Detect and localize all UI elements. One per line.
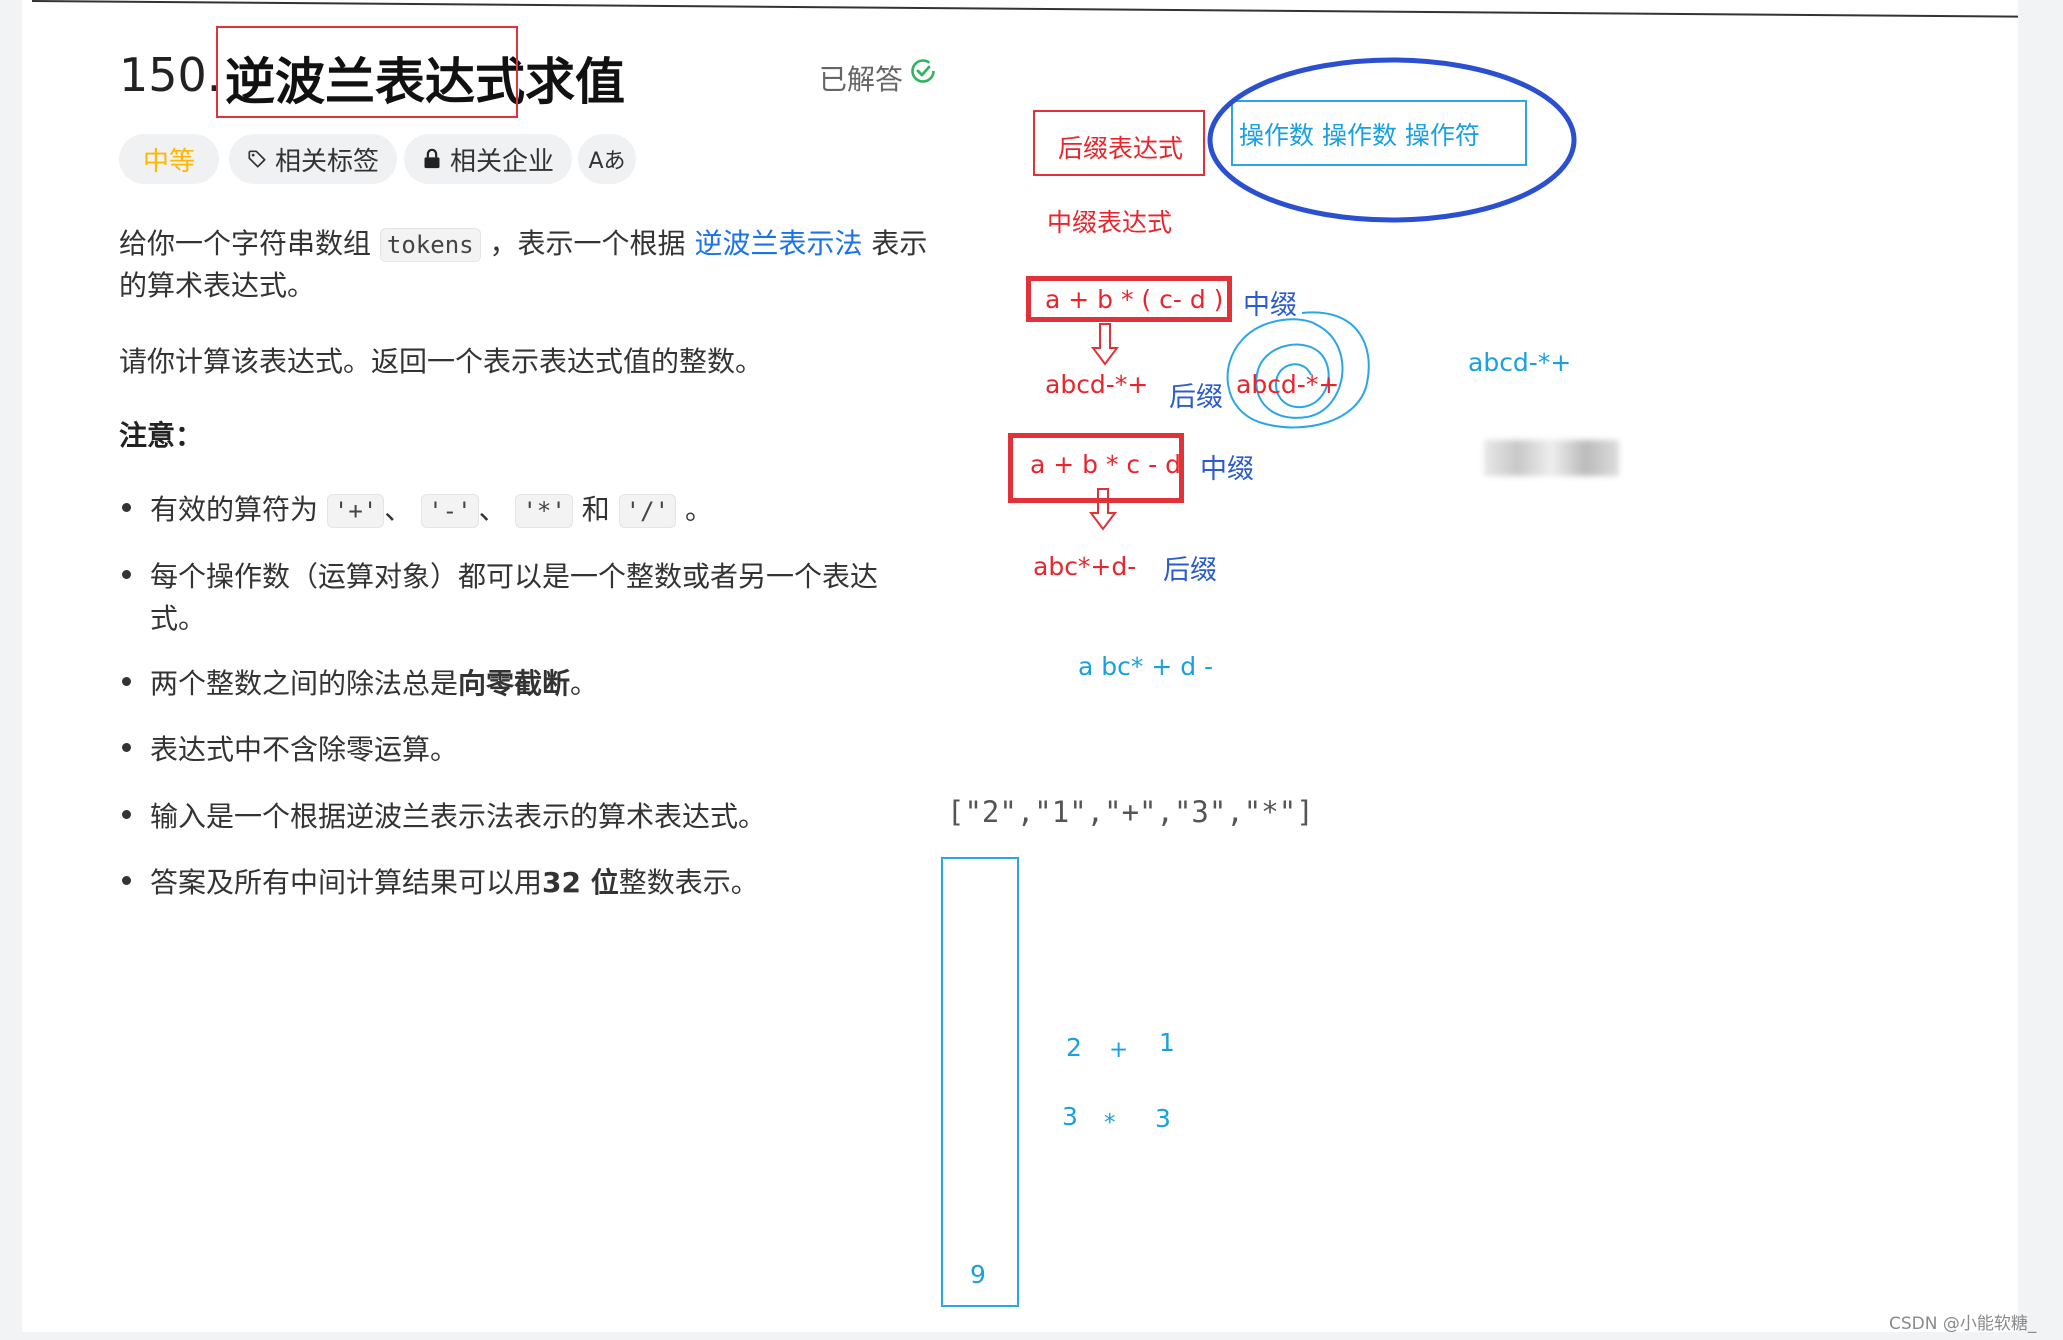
related-tags-label: 相关标签 — [274, 146, 379, 177]
postfix-expr-1-circled: abcd-*+ — [1236, 370, 1340, 399]
postfix-expr-2-spaced: a bc* + d - — [1078, 652, 1214, 681]
bullet-dot — [122, 570, 131, 579]
text: 有效的算符为 — [150, 493, 319, 526]
blue-ellipse-mark — [1207, 57, 1577, 223]
note-item-6: 答案及所有中间计算结果可以用32 位整数表示。 — [150, 861, 759, 901]
note-item-2-line-2: 式。 — [150, 602, 207, 635]
text: 答案及所有中间计算结果可以用 — [150, 866, 543, 899]
tag-icon — [248, 150, 266, 168]
calc-token: 2 — [1066, 1033, 1082, 1062]
down-arrow-icon — [1089, 488, 1117, 531]
postfix-expr-1: abcd-*+ — [1045, 370, 1149, 399]
bullet-dot — [122, 876, 131, 885]
note-item-1: 有效的算符为 '+'、 '-'、 '*' 和 '/' 。 — [150, 488, 713, 528]
bold-text: 32 位 — [542, 866, 619, 899]
problem-page: 150. 逆波兰表达式求值 已解答 中等 相关标签 相关企业 Aあ 给你一个字符… — [22, 0, 2018, 1332]
bullet-dot — [122, 503, 131, 512]
calc-token: 3 — [1155, 1104, 1171, 1133]
bullet-dot — [122, 677, 131, 686]
stack-result: 9 — [970, 1260, 986, 1289]
difficulty-label: 中等 — [142, 146, 195, 177]
infix-expr-2: a + b * c - d — [1030, 450, 1181, 479]
text: 整数表示。 — [618, 866, 759, 899]
infix-expr-1: a + b * ( c- d ) — [1045, 285, 1224, 314]
related-companies-label: 相关企业 — [449, 146, 554, 177]
postfix-tag-2: 后缀 — [1163, 555, 1217, 586]
text: 、 — [478, 493, 507, 526]
inline-code: '-' — [421, 494, 479, 528]
bold-text: 向零截断 — [458, 667, 571, 700]
check-circle-icon — [911, 59, 935, 83]
text: 两个整数之间的除法总是 — [150, 667, 459, 700]
note-item-5: 输入是一个根据逆波兰表示法表示的算术表达式。 — [150, 800, 767, 833]
translate-icon: Aあ — [588, 149, 626, 174]
rpn-link[interactable]: 逆波兰表示法 — [694, 227, 862, 260]
difficulty-badge[interactable]: 中等 — [119, 134, 219, 184]
top-divider — [31, 0, 2018, 18]
translate-button[interactable]: Aあ — [578, 134, 636, 184]
inline-code: '*' — [515, 494, 573, 528]
description-line-1: 给你一个字符串数组 tokens ，表示一个根据 逆波兰表示法 表示 — [119, 222, 927, 262]
inline-code: tokens — [379, 228, 481, 262]
related-tags-button[interactable]: 相关标签 — [229, 134, 397, 184]
description-paragraph-2: 请你计算该表达式。返回一个表示表达式值的整数。 — [119, 345, 764, 378]
text: 和 — [581, 493, 610, 526]
title-highlight-box — [216, 26, 518, 118]
bullet-dot — [122, 743, 131, 752]
description-line-2: 的算术表达式。 — [119, 269, 316, 302]
note-item-4: 表达式中不含除零运算。 — [150, 733, 459, 766]
note-title: 注意： — [119, 419, 204, 452]
postfix-label: 后缀表达式 — [1058, 134, 1184, 163]
blurred-region — [1484, 440, 1619, 476]
solved-status: 已解答 — [819, 63, 904, 96]
text: ，表示一个根据 — [489, 227, 686, 260]
text: 、 — [384, 493, 413, 526]
calc-token: + — [1109, 1037, 1129, 1063]
infix-label: 中缀表达式 — [1047, 208, 1173, 237]
postfix-expr-1-right: abcd-*+ — [1468, 348, 1572, 377]
watermark: CSDN @小能软糖_ — [1889, 1314, 2037, 1334]
postfix-expr-2: abc*+d- — [1033, 552, 1137, 581]
text: 。 — [684, 493, 713, 526]
calc-token: 1 — [1159, 1028, 1175, 1057]
tokens-example: ["2","1","+","3","*"] — [947, 795, 1314, 829]
text: 给你一个字符串数组 — [119, 227, 372, 260]
bullet-dot — [122, 810, 131, 819]
note-item-3: 两个整数之间的除法总是向零截断。 — [150, 662, 598, 702]
calc-token: 3 — [1062, 1102, 1078, 1131]
problem-number: 150. — [119, 48, 222, 102]
infix-tag-2: 中缀 — [1200, 454, 1254, 485]
lock-icon — [424, 148, 440, 169]
calc-token: * — [1104, 1110, 1116, 1136]
related-companies-button[interactable]: 相关企业 — [404, 134, 572, 184]
text: 。 — [570, 667, 599, 700]
down-arrow-icon — [1091, 323, 1119, 366]
stack-box — [941, 857, 1019, 1307]
inline-code: '+' — [326, 494, 385, 528]
inline-code: '/' — [618, 494, 677, 528]
note-item-2-line-1: 每个操作数（运算对象）都可以是一个整数或者另一个表达 — [150, 560, 879, 593]
text: 表示 — [871, 227, 928, 260]
